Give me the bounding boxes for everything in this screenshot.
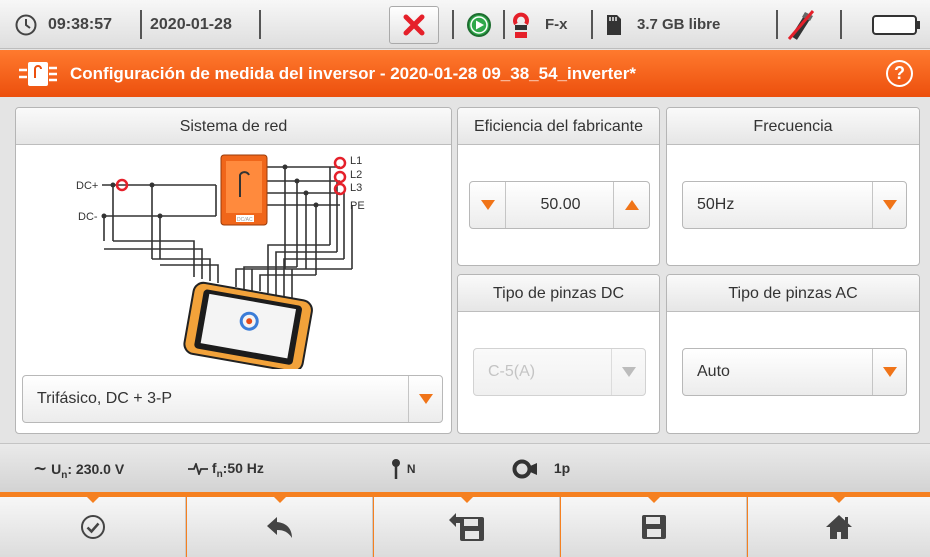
checkmark-icon — [80, 515, 105, 539]
ac-clamps-panel: Tipo de pinzas AC Auto — [666, 274, 920, 434]
l2-label: L2 — [350, 169, 362, 181]
l1-label: L1 — [350, 155, 362, 167]
confirm-button[interactable] — [0, 497, 186, 557]
probe-icon — [391, 459, 407, 480]
info-bar: ∼ Un: 230.0 V fn:50 Hz N 1p — [0, 443, 930, 492]
close-button[interactable] — [389, 0, 439, 49]
analyzer-device — [183, 281, 313, 369]
close-icon — [389, 5, 439, 44]
chevron-down-icon — [611, 349, 645, 395]
ac-clamps-header: Tipo de pinzas AC — [667, 275, 919, 312]
frequency-value: 50Hz — [697, 196, 735, 213]
efficiency-value[interactable]: 50.00 — [506, 182, 615, 228]
usb-disconnected-icon — [786, 0, 816, 49]
clamp-info: 1p — [512, 444, 570, 493]
dc-minus-label: DC- — [78, 211, 98, 223]
frequency-select[interactable]: 50Hz — [682, 181, 907, 229]
nominal-frequency-info: fn:50 Hz — [188, 444, 264, 493]
dc-clamps-select: C-5(A) — [473, 348, 646, 396]
save-button[interactable] — [561, 497, 747, 557]
load-floppy-icon — [448, 513, 484, 541]
clock-icon — [14, 0, 38, 49]
dc-clamps-header: Tipo de pinzas DC — [458, 275, 659, 312]
current-clamp-icon — [512, 459, 542, 479]
dc-plus-label: DC+ — [76, 180, 98, 192]
network-system-panel: Sistema de red DC+ DC- L1 L2 L3 PE DC/AC… — [15, 107, 452, 434]
pe-label: PE — [350, 200, 365, 212]
ac-clamps-value: Auto — [697, 363, 730, 380]
dc-clamps-panel: Tipo de pinzas DC C-5(A) — [457, 274, 660, 434]
storage-label: 3.7 GB libre — [637, 16, 721, 33]
clamp-icon — [512, 0, 530, 49]
chevron-down-icon — [408, 376, 442, 422]
chevron-down-icon — [872, 182, 906, 228]
title-bar: Configuración de medida del inversor - 2… — [0, 50, 930, 97]
dc-clamps-value: C-5(A) — [488, 363, 536, 380]
svg-text:DC/AC: DC/AC — [237, 217, 253, 223]
l3-label: L3 — [350, 182, 362, 194]
inverter-icon — [18, 60, 58, 93]
bottom-toolbar — [0, 492, 930, 557]
chevron-down-icon — [872, 349, 906, 395]
frequency-panel: Frecuencia 50Hz — [666, 107, 920, 266]
arrow-down-icon — [480, 200, 495, 210]
frequency-wave-icon — [188, 460, 212, 478]
neutral-conductor-info: N — [391, 444, 416, 493]
nominal-voltage-info: ∼ Un: 230.0 V — [33, 459, 125, 481]
arrow-up-icon — [624, 200, 639, 210]
network-wiring-diagram: DC+ DC- L1 L2 L3 PE DC/AC — [76, 154, 365, 369]
status-bar: 09:38:57 2020-01-28 F-x 3.7 GB libre — [0, 0, 930, 49]
status-date: 2020-01-28 — [150, 15, 232, 33]
load-button[interactable] — [374, 497, 560, 557]
efficiency-header: Eficiencia del fabricante — [458, 108, 659, 145]
status-time: 09:38:57 — [48, 15, 113, 33]
efficiency-panel: Eficiencia del fabricante 50.00 — [457, 107, 660, 266]
home-button[interactable] — [748, 497, 930, 557]
increment-button[interactable] — [613, 182, 649, 228]
efficiency-stepper[interactable]: 50.00 — [469, 181, 650, 229]
back-button[interactable] — [187, 497, 373, 557]
network-system-header: Sistema de red — [16, 108, 451, 145]
sine-wave-icon: ∼ — [33, 459, 48, 478]
battery-icon — [872, 0, 922, 49]
phase-label: F-x — [545, 16, 568, 33]
ac-clamps-select[interactable]: Auto — [682, 348, 907, 396]
back-arrow-icon — [266, 517, 292, 538]
floppy-disk-icon — [641, 515, 666, 539]
network-system-select[interactable]: Trifásico, DC + 3-P — [22, 375, 443, 423]
network-system-value: Trifásico, DC + 3-P — [37, 390, 172, 407]
frequency-header: Frecuencia — [667, 108, 919, 145]
decrement-button[interactable] — [470, 182, 506, 228]
play-icon — [466, 0, 492, 49]
sd-card-icon — [605, 0, 623, 49]
help-icon[interactable]: ? — [886, 60, 913, 87]
page-title: Configuración de medida del inversor - 2… — [70, 64, 636, 83]
home-icon — [826, 515, 852, 539]
